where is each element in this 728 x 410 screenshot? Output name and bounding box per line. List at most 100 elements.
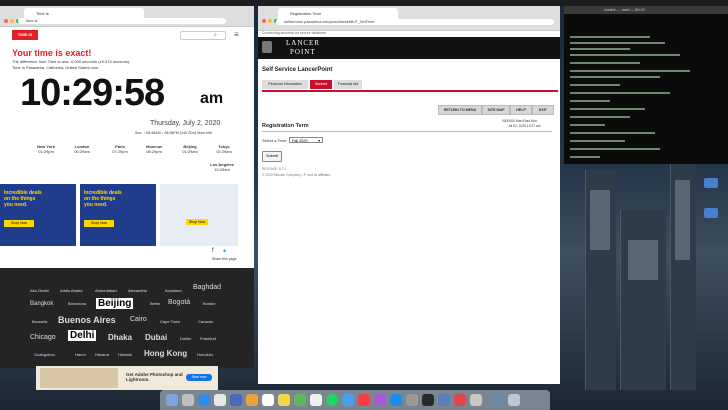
city-link[interactable]: Barcelona: [68, 301, 86, 306]
search-input[interactable]: [180, 31, 226, 40]
city-link[interactable]: Alexandria: [128, 288, 147, 293]
spotify-icon[interactable]: [326, 394, 338, 406]
city-link[interactable]: Chicago: [30, 334, 56, 341]
music-icon[interactable]: [358, 394, 370, 406]
city-link[interactable]: Frankfurt: [200, 336, 216, 341]
divider: [262, 131, 552, 132]
menu-icon[interactable]: ≡: [234, 30, 239, 39]
city-link[interactable]: Dublin: [180, 336, 191, 341]
ad-banner[interactable]: Incredible deals on the things you need.…: [80, 184, 156, 246]
adobe-ad-banner[interactable]: Get Adobe Photoshop and Lightroom. Start…: [36, 366, 218, 390]
city-link[interactable]: Helsinki: [118, 352, 132, 357]
messages-icon[interactable]: [342, 394, 354, 406]
city-link[interactable]: Bangkok: [30, 301, 53, 307]
terminal-title: student — -bash — 80×24: [604, 8, 645, 12]
terminal-titlebar[interactable]: student — -bash — 80×24: [564, 6, 728, 14]
terminal-icon[interactable]: [422, 394, 434, 406]
city-link[interactable]: Guangzhou: [34, 352, 55, 357]
city-link[interactable]: Havana: [95, 352, 109, 357]
city-link[interactable]: Addis Ababa: [60, 288, 82, 293]
city-link[interactable]: Boston: [203, 301, 215, 306]
start-now-button[interactable]: Start now: [186, 374, 212, 381]
facetime-icon[interactable]: [294, 394, 306, 406]
app-store-icon[interactable]: [390, 394, 402, 406]
mail-icon[interactable]: [230, 394, 242, 406]
city-link[interactable]: Cape Town: [160, 319, 180, 324]
tab-financial-aid[interactable]: Financial Aid: [334, 80, 362, 89]
address-bar[interactable]: time.is: [18, 18, 226, 24]
city-link[interactable]: Beijing: [96, 298, 134, 309]
city-link[interactable]: Auckland: [165, 288, 181, 293]
city-link[interactable]: Hong Kong: [144, 349, 187, 358]
city-new-york[interactable]: New York 01:29pm: [30, 144, 62, 154]
city-paris[interactable]: Paris 07:29pm: [104, 144, 136, 154]
city-london[interactable]: London 06:29am: [66, 144, 98, 154]
exit-button[interactable]: EXIT: [532, 105, 554, 115]
finder-icon[interactable]: [166, 394, 178, 406]
launchpad-icon[interactable]: [182, 394, 194, 406]
return-to-menu-button[interactable]: RETURN TO MENU: [438, 105, 482, 115]
shop-now-button[interactable]: Shop Now: [186, 219, 208, 225]
tab-personal-information[interactable]: Personal Information: [262, 80, 308, 89]
city-moscow[interactable]: Moscow 08:29pm: [138, 144, 170, 154]
city-grid: New York 01:29pm London 06:29am Paris 07:29…: [0, 138, 254, 174]
release-text: RELEASE: 8.7.1: [262, 167, 287, 171]
notes-icon[interactable]: [278, 394, 290, 406]
podcasts-icon[interactable]: [374, 394, 386, 406]
city-link[interactable]: Ahmedabad: [95, 288, 117, 293]
minimize-icon[interactable]: [268, 19, 272, 23]
city-link[interactable]: Brussels: [32, 319, 47, 324]
minimize-icon[interactable]: [10, 19, 14, 23]
city-beijing[interactable]: Beijing 01:29am: [174, 144, 206, 154]
submit-button[interactable]: Submit: [262, 151, 282, 162]
shop-now-button[interactable]: Shop Now: [84, 220, 114, 227]
city-link[interactable]: Delhi: [68, 330, 97, 341]
city-link[interactable]: Caracas: [198, 319, 213, 324]
desktop-folder-icon[interactable]: [704, 208, 718, 218]
city-link[interactable]: Dhaka: [108, 333, 132, 342]
desktop-folder-icon[interactable]: [704, 178, 718, 188]
logo-top[interactable]: LANCER: [286, 39, 320, 47]
ad-banner[interactable]: Shop Now: [160, 184, 238, 246]
city-link[interactable]: Baghdad: [193, 284, 221, 291]
chrome-icon[interactable]: [214, 394, 226, 406]
downloads-icon[interactable]: [490, 394, 502, 406]
timeis-logo[interactable]: TIME.IS: [12, 30, 38, 40]
photos-icon[interactable]: [310, 394, 322, 406]
city-tokyo[interactable]: Tokyo 02:29am: [208, 144, 240, 154]
clock-ampm: am: [200, 90, 224, 107]
city-los-angeles[interactable]: Los Angeles 10:29am: [200, 162, 244, 172]
shop-now-button[interactable]: Shop Now: [4, 220, 34, 227]
close-icon[interactable]: [262, 19, 266, 23]
city-link[interactable]: Honolulu: [197, 352, 213, 357]
app-icon[interactable]: [454, 394, 466, 406]
trash-icon[interactable]: [508, 394, 520, 406]
app-icon[interactable]: [470, 394, 482, 406]
browser-tab[interactable]: Registration Term: [278, 8, 398, 19]
preview-icon[interactable]: [438, 394, 450, 406]
logo-bottom[interactable]: POINT: [290, 48, 316, 56]
search-icon[interactable]: ⌕: [214, 32, 217, 38]
twitter-icon[interactable]: ✦: [222, 248, 227, 255]
facebook-icon[interactable]: f: [212, 248, 214, 254]
term-select[interactable]: Fall 2020 ▾: [289, 137, 323, 143]
city-link[interactable]: Bogotá: [168, 299, 190, 306]
city-link[interactable]: Dubai: [145, 333, 167, 342]
city-link[interactable]: Buenos Aires: [58, 315, 116, 325]
contacts-icon[interactable]: [246, 394, 258, 406]
close-icon[interactable]: [4, 19, 8, 23]
address-bar[interactable]: selfservice.pasadena.edu/prod/bwskflib.P…: [276, 19, 554, 25]
tab-student[interactable]: Student: [310, 80, 332, 89]
calendar-icon[interactable]: [262, 394, 274, 406]
system-preferences-icon[interactable]: [406, 394, 418, 406]
safari-icon[interactable]: [198, 394, 210, 406]
terminal-window[interactable]: [564, 14, 728, 164]
city-link[interactable]: Hanoi: [75, 352, 85, 357]
city-link[interactable]: Berlin: [150, 301, 160, 306]
city-link[interactable]: Cairo: [130, 316, 147, 323]
help-button[interactable]: HELP: [510, 105, 532, 115]
city-link[interactable]: Abu Dhabi: [30, 288, 49, 293]
accuracy-text: The difference from Time.is was -0.000 s…: [12, 59, 131, 64]
site-map-button[interactable]: SITE MAP: [482, 105, 510, 115]
ad-banner[interactable]: Incredible deals on the things you need.…: [0, 184, 76, 246]
